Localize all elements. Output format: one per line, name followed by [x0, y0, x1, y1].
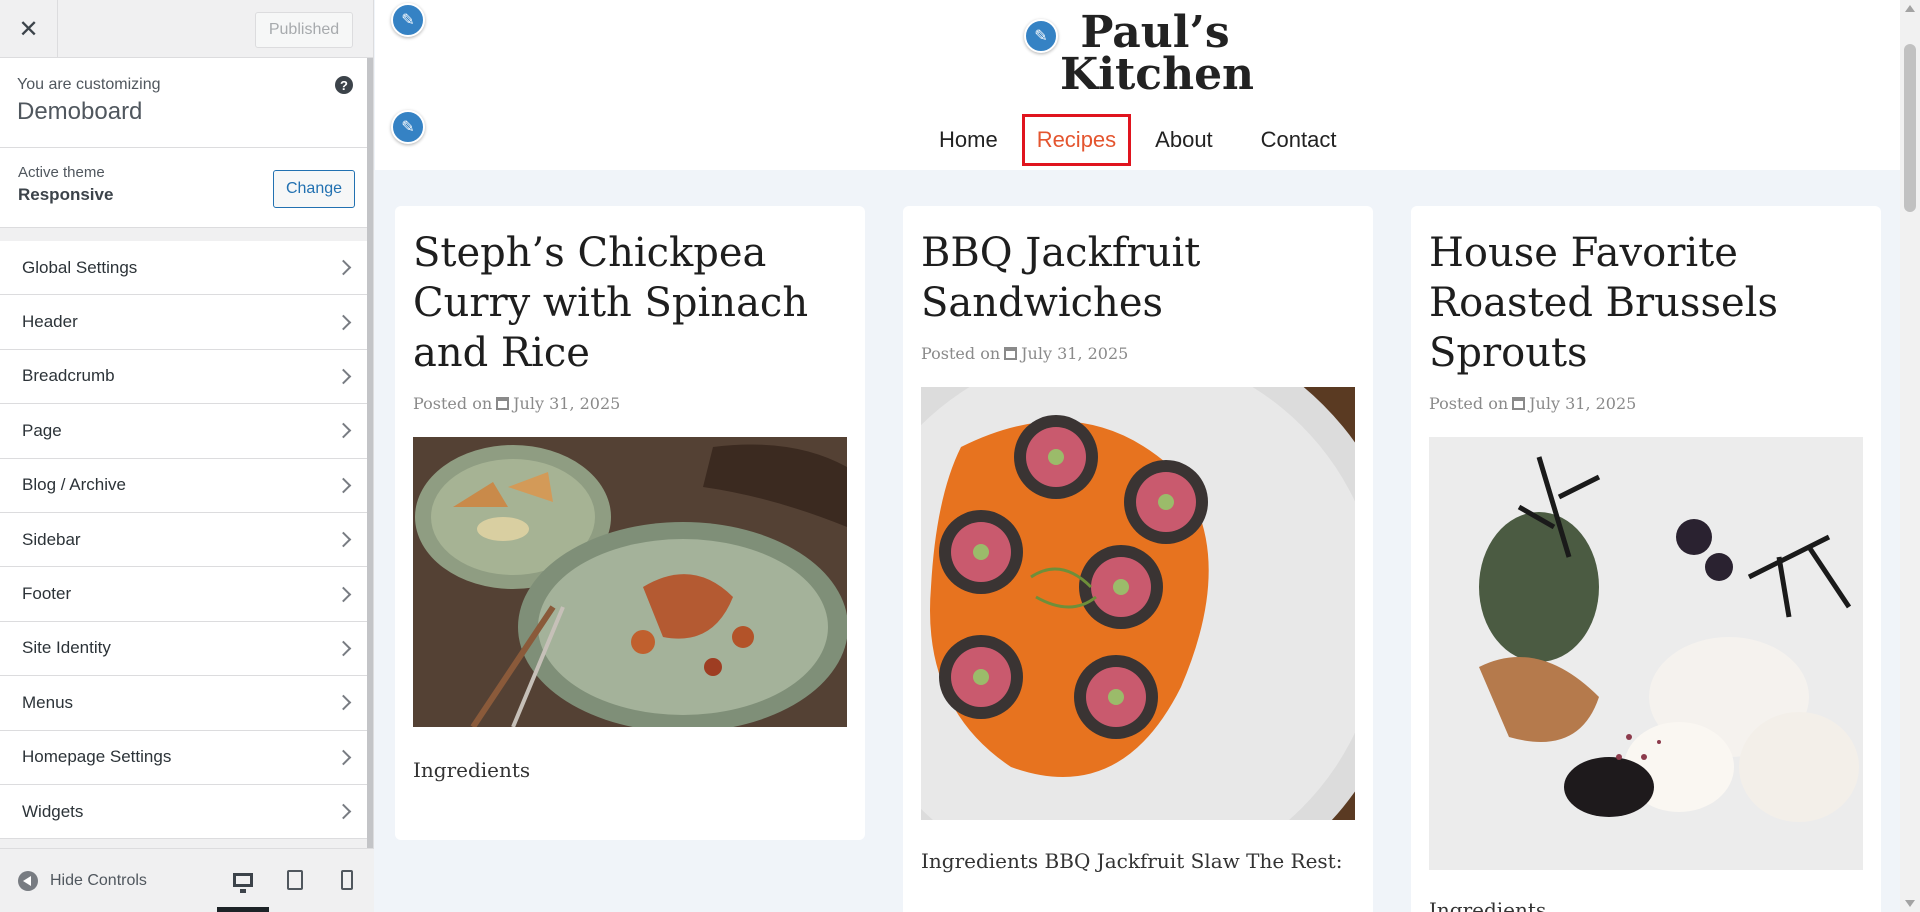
nav-contact[interactable]: Contact: [1261, 114, 1337, 166]
chevron-right-icon: [335, 477, 352, 494]
post-excerpt: Ingredients: [413, 758, 531, 782]
sidebar-item-widgets[interactable]: Widgets: [0, 784, 373, 840]
chevron-right-icon: [335, 749, 352, 765]
chevron-right-icon: [335, 586, 352, 602]
sidebar-item-blog-archive[interactable]: Blog / Archive: [0, 458, 373, 513]
sidebar-item-label: Homepage Settings: [22, 747, 172, 767]
chevron-right-icon: [335, 423, 352, 439]
sidebar-item-label: Page: [22, 420, 62, 440]
active-theme-section: Active theme Responsive Change: [0, 148, 373, 228]
post-date[interactable]: July 31, 2025: [1529, 394, 1636, 413]
logo-line-2: Kitchen: [1060, 49, 1255, 100]
preview-desktop-button[interactable]: [217, 848, 269, 912]
post-card: Steph’s Chickpea Curry with Spinach and …: [395, 206, 865, 840]
site-preview: Paul’s Kitchen ✎ ✎ ✎ Home Recipes About …: [375, 0, 1920, 912]
chevron-right-icon: [335, 368, 352, 385]
edit-menu-pencil-icon[interactable]: ✎: [391, 110, 425, 144]
sidebar-scrollbar[interactable]: [367, 58, 373, 848]
scroll-down-arrow-icon[interactable]: [1905, 900, 1915, 907]
change-theme-button[interactable]: Change: [273, 170, 355, 208]
post-featured-image[interactable]: [413, 437, 847, 727]
sidebar-item-label: Breadcrumb: [22, 366, 115, 386]
posted-on-label: Posted on: [413, 394, 493, 413]
chevron-right-icon: [335, 531, 352, 548]
sidebar-header: ✕ Published: [0, 0, 373, 58]
customizer-sidebar: ✕ Published You are customizing Demoboar…: [0, 0, 374, 912]
logo-line-1: Paul’s: [1080, 7, 1230, 58]
nav-about[interactable]: About: [1155, 114, 1213, 166]
chevron-right-icon: [335, 259, 352, 276]
chevron-right-icon: [335, 803, 352, 820]
desktop-icon: [233, 873, 253, 893]
edit-logo-pencil-icon[interactable]: ✎: [1024, 19, 1058, 53]
scroll-up-arrow-icon[interactable]: [1905, 5, 1915, 12]
sidebar-item-menus[interactable]: Menus: [0, 676, 373, 731]
close-button[interactable]: ✕: [0, 0, 58, 58]
post-date[interactable]: July 31, 2025: [513, 394, 620, 413]
post-excerpt: Ingredients: [1429, 898, 1547, 912]
sidebar-item-label: Menus: [22, 692, 74, 712]
customizing-info: You are customizing Demoboard ?: [0, 58, 373, 148]
edit-shortcut-pencil-icon[interactable]: ✎: [391, 3, 425, 37]
sidebar-item-label: Blog / Archive: [22, 475, 126, 495]
tablet-icon: [287, 870, 303, 890]
preview-scrollbar[interactable]: [1900, 0, 1920, 912]
hide-controls-icon[interactable]: [18, 870, 38, 891]
chevron-right-icon: [335, 314, 352, 330]
site-logo[interactable]: Paul’s Kitchen: [1060, 7, 1255, 100]
post-meta: Posted on July 31, 2025: [1429, 394, 1636, 413]
post-meta: Posted on July 31, 2025: [921, 344, 1128, 363]
post-meta: Posted on July 31, 2025: [413, 394, 620, 413]
customizing-label: You are customizing: [17, 76, 161, 93]
post-card: House Favorite Roasted Brussels Sprouts …: [1411, 206, 1881, 912]
sidebar-item-global-settings[interactable]: Global Settings: [0, 241, 373, 296]
sidebar-item-label: Header: [22, 312, 78, 332]
post-excerpt: Ingredients BBQ Jackfruit Slaw The Rest:: [921, 849, 1343, 873]
calendar-icon: [1512, 397, 1526, 410]
scrollbar-thumb[interactable]: [1904, 44, 1916, 212]
calendar-icon: [1004, 347, 1018, 360]
posted-on-label: Posted on: [921, 344, 1001, 363]
posted-on-label: Posted on: [1429, 394, 1509, 413]
sidebar-item-homepage-settings[interactable]: Homepage Settings: [0, 730, 373, 785]
site-name: Demoboard: [17, 98, 143, 125]
site-header: Paul’s Kitchen ✎ ✎ ✎ Home Recipes About …: [375, 0, 1900, 170]
customizer-menu: Global Settings Header Breadcrumb Page B…: [0, 228, 373, 840]
sidebar-item-label: Global Settings: [22, 257, 138, 277]
sidebar-footer: Hide Controls: [0, 848, 374, 912]
post-featured-image[interactable]: [921, 387, 1355, 820]
post-date[interactable]: July 31, 2025: [1021, 344, 1128, 363]
mobile-icon: [341, 870, 353, 890]
sidebar-item-sidebar[interactable]: Sidebar: [0, 512, 373, 568]
post-featured-image[interactable]: [1429, 437, 1863, 870]
sidebar-item-label: Footer: [22, 584, 72, 604]
nav-home[interactable]: Home: [939, 114, 998, 166]
chevron-right-icon: [335, 640, 352, 657]
sidebar-item-page[interactable]: Page: [0, 404, 373, 459]
chevron-right-icon: [335, 695, 352, 711]
close-icon: ✕: [18, 15, 39, 43]
nav-recipes[interactable]: Recipes: [1021, 114, 1132, 166]
sidebar-item-breadcrumb[interactable]: Breadcrumb: [0, 349, 373, 405]
preview-tablet-button[interactable]: [269, 848, 321, 912]
sidebar-item-header[interactable]: Header: [0, 295, 373, 350]
help-icon[interactable]: ?: [335, 76, 353, 94]
primary-nav: Home Recipes About Contact: [915, 114, 1361, 166]
calendar-icon: [496, 397, 510, 410]
post-title[interactable]: Steph’s Chickpea Curry with Spinach and …: [413, 228, 853, 378]
sidebar-item-footer[interactable]: Footer: [0, 567, 373, 622]
sidebar-item-label: Widgets: [22, 801, 84, 821]
sidebar-item-label: Sidebar: [22, 529, 81, 549]
preview-mobile-button[interactable]: [321, 848, 373, 912]
post-card: BBQ Jackfruit Sandwiches Posted on July 3…: [903, 206, 1373, 912]
sidebar-item-label: Site Identity: [22, 638, 111, 658]
post-title[interactable]: BBQ Jackfruit Sandwiches: [921, 228, 1361, 328]
sidebar-item-site-identity[interactable]: Site Identity: [0, 621, 373, 677]
post-title[interactable]: House Favorite Roasted Brussels Sprouts: [1429, 228, 1869, 378]
hide-controls-button[interactable]: Hide Controls: [50, 872, 147, 890]
publish-button[interactable]: Published: [255, 12, 353, 48]
